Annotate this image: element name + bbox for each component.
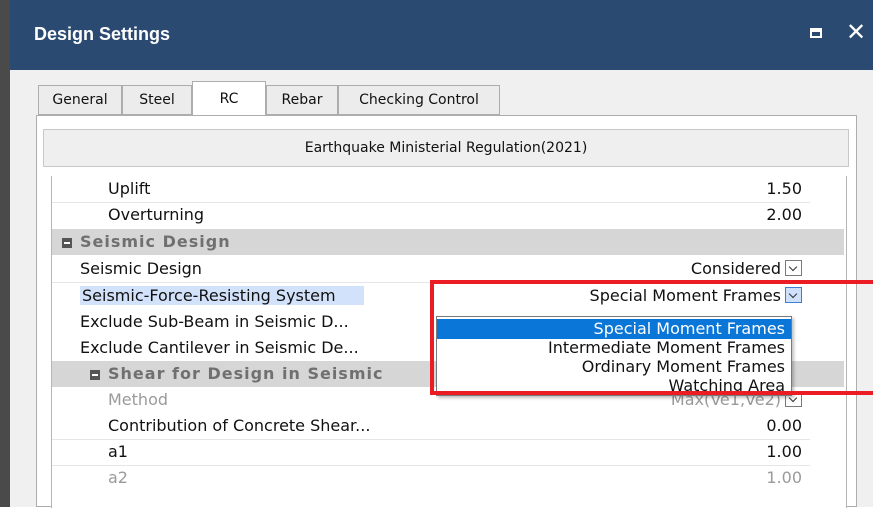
property-label: Overturning — [108, 205, 205, 224]
dropdown-value: Considered — [690, 259, 781, 278]
collapse-icon[interactable] — [90, 370, 100, 380]
property-value[interactable]: Considered — [691, 259, 802, 278]
tab-checking-control[interactable]: Checking Control — [338, 85, 500, 115]
close-icon[interactable]: ✕ — [846, 18, 866, 46]
property-label: a2 — [108, 468, 128, 487]
property-value: 1.50 — [766, 179, 802, 198]
property-label: Exclude Cantilever in Seismic De... — [80, 338, 359, 357]
tab-rebar[interactable]: Rebar — [266, 85, 338, 115]
property-label: Seismic-Force-Resisting System — [80, 286, 364, 305]
tab-general[interactable]: General — [38, 85, 122, 115]
row-contribution-concrete-shear[interactable]: Contribution of Concrete Shear... 0.00 — [52, 413, 810, 439]
tab-rc[interactable]: RC — [192, 81, 266, 117]
property-value: 1.00 — [766, 442, 802, 461]
property-value: 0.00 — [766, 416, 802, 435]
property-value: 2.00 — [766, 205, 802, 224]
row-a1[interactable]: a1 1.00 — [52, 439, 810, 465]
title-bar: Design Settings ✕ — [10, 0, 873, 70]
property-value: 1.00 — [766, 468, 802, 487]
collapse-icon[interactable] — [62, 238, 72, 248]
highlight-annotation-box — [430, 280, 873, 395]
row-a2: a2 1.00 — [52, 465, 810, 491]
property-label: Contribution of Concrete Shear... — [108, 416, 371, 435]
property-label: Method — [108, 390, 169, 409]
tab-steel[interactable]: Steel — [122, 85, 192, 115]
group-label: Shear for Design in Seismic — [108, 364, 384, 383]
section-header: Earthquake Ministerial Regulation(2021) — [43, 129, 849, 167]
property-label: Seismic Design — [80, 259, 202, 278]
window-title: Design Settings — [34, 24, 171, 44]
maximize-icon[interactable] — [810, 28, 822, 38]
row-uplift[interactable]: Uplift 1.50 — [52, 176, 810, 202]
group-label: Seismic Design — [80, 232, 231, 251]
background-strip — [0, 0, 10, 507]
row-overturning[interactable]: Overturning 2.00 — [52, 202, 810, 228]
design-settings-dialog: Design Settings ✕ General Steel RC Rebar… — [10, 0, 873, 508]
chevron-down-icon[interactable] — [785, 260, 802, 276]
property-label: Uplift — [108, 179, 151, 198]
property-label: Exclude Sub-Beam in Seismic D... — [80, 312, 349, 331]
group-seismic-design[interactable]: Seismic Design — [52, 229, 844, 255]
property-label: a1 — [108, 442, 128, 461]
row-seismic-design[interactable]: Seismic Design Considered — [52, 256, 810, 282]
